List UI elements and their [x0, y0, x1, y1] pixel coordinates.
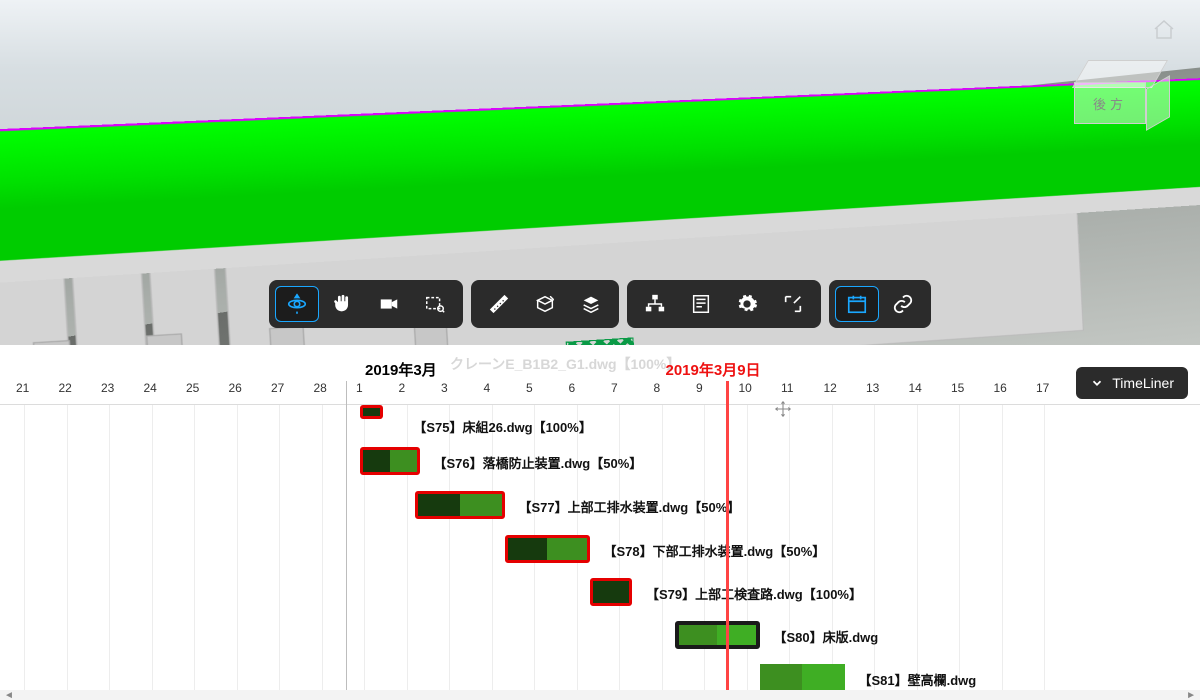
ruler-tick: 9 [696, 381, 703, 395]
toolbar-group-nav [269, 280, 463, 328]
zoom-window-button[interactable] [413, 286, 457, 322]
ruler-tick: 16 [994, 381, 1007, 395]
ruler-tick: 8 [654, 381, 661, 395]
ruler-tick: 3 [441, 381, 448, 395]
task-label: 【S76】落橋防止装置.dwg【50%】 [434, 453, 643, 472]
task-label: 【S77】上部工排水装置.dwg【50%】 [519, 497, 741, 516]
task-row-S80: 【S80】床版.dwg [0, 615, 1200, 659]
task-label: 【S75】床組26.dwg【100%】 [413, 417, 591, 436]
toolbar-group-props [627, 280, 821, 328]
task-bar[interactable] [590, 578, 633, 606]
timeline-playhead[interactable] [726, 381, 729, 700]
task-bar[interactable] [675, 621, 760, 649]
ruler-tick: 27 [271, 381, 284, 395]
ruler-tick: 26 [229, 381, 242, 395]
timeline-panel: クレーンE_B1B2_G1.dwg【100%】 2019年3月 2019年3月9… [0, 345, 1200, 700]
task-row-S78: 【S78】下部工排水装置.dwg【50%】 [0, 529, 1200, 573]
toolbar-group-extra [829, 280, 931, 328]
scroll-left-icon[interactable]: ◄ [4, 690, 14, 700]
timeline-rows: 【S75】床組26.dwg【100%】【S76】落橋防止装置.dwg【50%】【… [0, 405, 1200, 700]
toolbar-group-analyze [471, 280, 619, 328]
viewcube-face-label: 後方 [1074, 82, 1146, 124]
ruler-tick: 5 [526, 381, 533, 395]
explode-button[interactable] [569, 286, 613, 322]
ruler-tick: 7 [611, 381, 618, 395]
camera-button[interactable] [367, 286, 411, 322]
task-row-S76: 【S76】落橋防止装置.dwg【50%】 [0, 441, 1200, 485]
task-bar[interactable] [505, 535, 590, 563]
ruler-tick: 13 [866, 381, 879, 395]
ruler-tick: 4 [484, 381, 491, 395]
properties-button[interactable] [679, 286, 723, 322]
task-bar[interactable] [360, 447, 420, 475]
ruler-tick: 14 [909, 381, 922, 395]
fullscreen-button[interactable] [771, 286, 815, 322]
move-cursor-icon [774, 400, 792, 423]
task-label: 【S78】下部工排水装置.dwg【50%】 [604, 541, 826, 560]
ruler-tick: 6 [569, 381, 576, 395]
task-bar[interactable] [360, 405, 383, 419]
timeline-horizontal-scrollbar[interactable]: ◄ ► [0, 690, 1200, 700]
main-toolbar [269, 280, 931, 328]
timeline-month-label: 2019年3月 [365, 359, 437, 380]
task-label: 【S80】床版.dwg [774, 627, 879, 646]
ruler-tick: 28 [314, 381, 327, 395]
ruler-tick: 11 [781, 381, 793, 395]
measure-button[interactable] [477, 286, 521, 322]
timeline-playhead-label: 2019年3月9日 [666, 359, 761, 380]
ruler-tick: 25 [186, 381, 199, 395]
home-icon[interactable] [1152, 18, 1176, 48]
ruler-tick: 2 [399, 381, 406, 395]
timeline-ghost-task-label: クレーンE_B1B2_G1.dwg【100%】 [450, 354, 680, 374]
settings-button[interactable] [725, 286, 769, 322]
ruler-tick: 12 [824, 381, 837, 395]
timeliner-button[interactable] [835, 286, 879, 322]
scroll-right-icon[interactable]: ► [1186, 690, 1196, 700]
ruler-tick: 15 [951, 381, 964, 395]
timeline-ruler[interactable]: 2122232425262728123456789101112131415161… [0, 381, 1200, 405]
model-tree-button[interactable] [633, 286, 677, 322]
task-label: 【S81】壁高欄.dwg [859, 670, 977, 689]
orbit-button[interactable] [275, 286, 319, 322]
section-button[interactable] [523, 286, 567, 322]
ruler-tick: 24 [144, 381, 157, 395]
viewcube[interactable]: 後方 [1070, 60, 1170, 140]
pan-button[interactable] [321, 286, 365, 322]
task-bar[interactable] [760, 664, 845, 692]
task-bar[interactable] [415, 491, 504, 519]
ruler-tick: 23 [101, 381, 114, 395]
task-row-S79: 【S79】上部工検査路.dwg【100%】 [0, 572, 1200, 616]
task-row-S77: 【S77】上部工排水装置.dwg【50%】 [0, 485, 1200, 529]
ruler-tick: 21 [16, 381, 29, 395]
ruler-tick: 10 [739, 381, 752, 395]
task-label: 【S79】上部工検査路.dwg【100%】 [646, 584, 862, 603]
link-button[interactable] [881, 286, 925, 322]
ruler-tick: 22 [59, 381, 72, 395]
ruler-tick: 1 [356, 381, 363, 395]
ruler-tick: 17 [1036, 381, 1049, 395]
